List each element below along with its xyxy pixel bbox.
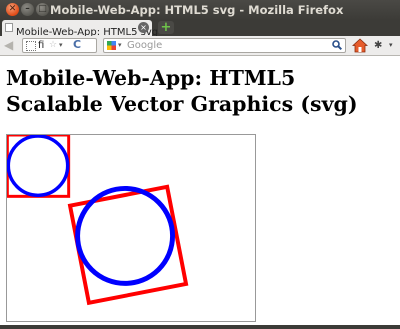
window-titlebar: ✕ – □ Mobile-Web-App: HTML5 svg - Mozill… xyxy=(0,0,400,20)
google-icon[interactable] xyxy=(107,41,116,50)
close-icon[interactable]: ✕ xyxy=(6,3,19,16)
tab-close-icon[interactable]: × xyxy=(138,22,149,33)
blue-circle-small xyxy=(7,135,70,198)
addon-icon[interactable]: ✱ xyxy=(374,40,382,51)
identity-icon[interactable] xyxy=(26,41,36,51)
window-title: Mobile-Web-App: HTML5 svg - Mozilla Fire… xyxy=(50,3,344,17)
minimize-icon[interactable]: – xyxy=(21,3,34,16)
search-go-icon[interactable] xyxy=(332,40,342,50)
search-placeholder[interactable]: Google xyxy=(127,39,162,52)
tab-strip: Mobile-Web-App: HTML5 svg × + xyxy=(0,20,400,38)
url-bar[interactable]: fi ☆ ▾ C xyxy=(22,38,97,53)
addon-dropdown-icon[interactable]: ▾ xyxy=(389,41,393,49)
reload-icon[interactable]: C xyxy=(73,38,81,51)
page-favicon xyxy=(5,23,13,32)
window-bottom-frame xyxy=(0,325,400,329)
tab-active[interactable]: Mobile-Web-App: HTML5 svg × xyxy=(2,20,158,38)
home-icon[interactable] xyxy=(352,38,368,53)
page-heading: Mobile-Web-App: HTML5 Scalable Vector Gr… xyxy=(6,66,358,116)
page-content: Mobile-Web-App: HTML5 Scalable Vector Gr… xyxy=(0,56,400,325)
dropdown-icon[interactable]: ▾ xyxy=(59,39,63,52)
window-controls: ✕ – □ xyxy=(6,3,49,16)
blue-circle-large xyxy=(75,185,176,286)
url-text[interactable]: fi xyxy=(38,39,44,52)
new-tab-icon[interactable]: + xyxy=(158,21,174,34)
search-engine-dropdown-icon[interactable]: ▾ xyxy=(118,39,122,52)
svg-canvas xyxy=(6,134,256,322)
back-arrow-icon[interactable]: ◀ xyxy=(4,38,13,52)
bookmark-star-icon[interactable]: ☆ xyxy=(49,39,57,52)
maximize-icon[interactable]: □ xyxy=(36,3,49,16)
search-bar[interactable]: ▾ Google xyxy=(103,38,346,53)
